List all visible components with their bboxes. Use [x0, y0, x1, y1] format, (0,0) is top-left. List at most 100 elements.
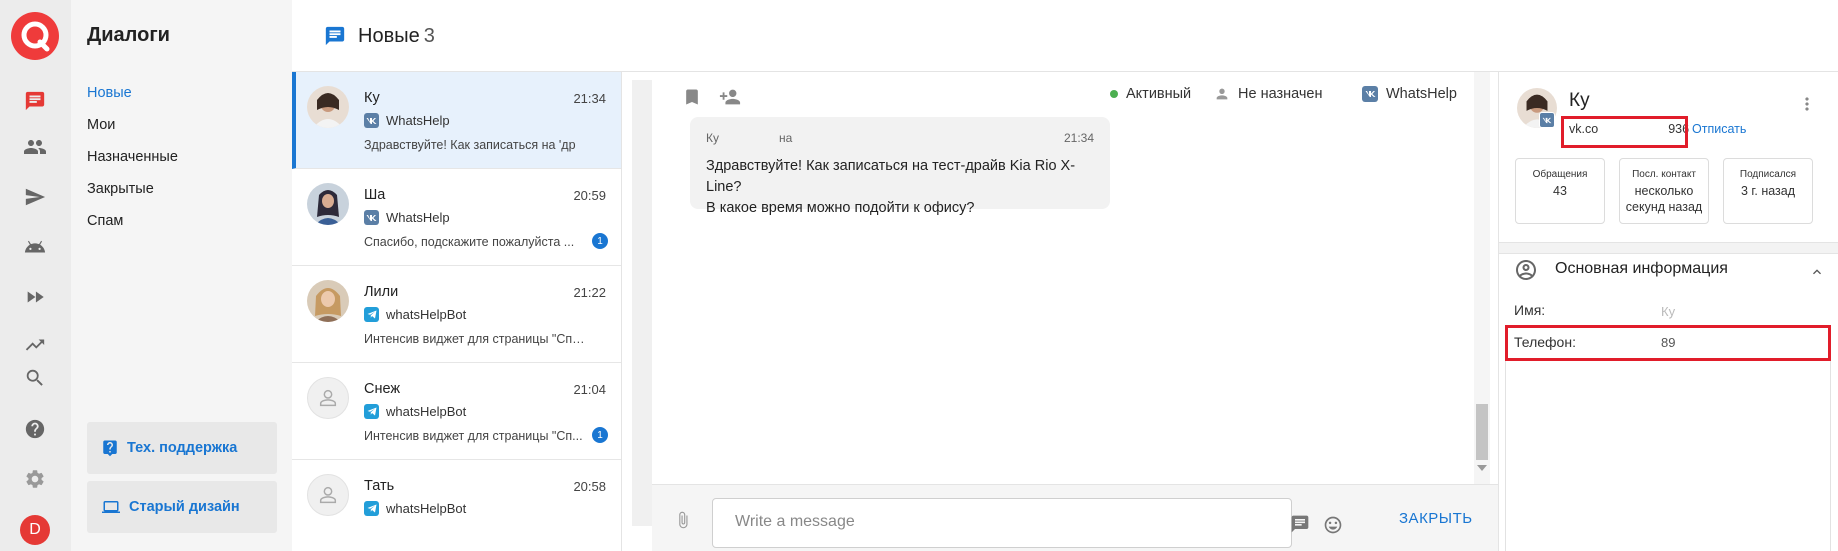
dialog-channel: whatsHelpBot [364, 307, 466, 322]
person-icon [319, 389, 337, 407]
dialog-channel: WhatsHelp [364, 210, 450, 225]
stat-card: Подписался 3 г. назад [1723, 158, 1813, 224]
folder-assigned[interactable]: Назначенные [87, 149, 178, 165]
vk-icon [364, 210, 379, 225]
dialog-time: 20:58 [573, 479, 606, 494]
telegram-icon [364, 307, 379, 322]
stat-label: Посл. контакт [1632, 169, 1696, 180]
emoji-icon[interactable] [1323, 515, 1343, 535]
message-line: В какое время можно подойти к офису? [706, 200, 975, 216]
stat-card: Посл. контакт несколько секунд назад [1619, 158, 1709, 224]
dialog-item[interactable]: Ша 20:59 WhatsHelp Спасибо, подскажите п… [292, 169, 621, 266]
laptop-icon [102, 501, 120, 513]
dialog-list: Ку 21:34 WhatsHelp Здравствуйте! Как зап… [292, 72, 622, 551]
dialog-list-scrollbar[interactable] [632, 80, 652, 526]
dialog-channel: whatsHelpBot [364, 501, 466, 516]
support-icon [103, 440, 117, 457]
chat-channel-label: WhatsHelp [1386, 86, 1457, 102]
help-icon[interactable] [22, 416, 48, 442]
message-author-name: Ку [706, 131, 719, 145]
message-input-box[interactable] [712, 498, 1342, 548]
folder-mine[interactable]: Мои [87, 117, 115, 133]
unread-badge: 1 [592, 427, 608, 443]
folder-closed[interactable]: Закрытые [87, 181, 154, 197]
old-design-button[interactable]: Старый дизайн [87, 481, 277, 533]
settings-icon[interactable] [22, 466, 48, 492]
section-title: Основная информация [1555, 260, 1728, 277]
top-bar: Новые 3 [292, 0, 1838, 72]
message-text: Здравствуйте! Как записаться на тест-дра… [706, 156, 1094, 219]
support-button[interactable]: Тех. поддержка [87, 422, 277, 474]
dialogs-icon[interactable] [22, 88, 48, 114]
unsubscribe-link[interactable]: Отписать [1692, 122, 1746, 136]
dialog-name: Ша [364, 187, 386, 203]
chat-scrollbar-thumb[interactable] [1476, 404, 1488, 460]
status-indicator[interactable]: Активный [1110, 86, 1191, 102]
user-avatar[interactable]: D [20, 515, 50, 545]
stat-card: Обращения 43 [1515, 158, 1605, 224]
dialog-item[interactable]: Ку 21:34 WhatsHelp Здравствуйте! Как зап… [292, 72, 621, 169]
dialog-item[interactable]: Лили 21:22 whatsHelpBot Интенсив виджет … [292, 266, 621, 363]
dialog-item[interactable]: Снеж 21:04 whatsHelpBot Интенсив виджет … [292, 363, 621, 460]
avatar [307, 377, 349, 419]
message-author-suffix: на [779, 131, 793, 145]
send-icon[interactable] [22, 184, 48, 210]
highlight-box [1561, 116, 1688, 148]
dialog-count: 3 [423, 25, 435, 47]
channel-name: WhatsHelp [386, 113, 450, 128]
message-author: Ку на [706, 131, 1094, 145]
more-vertical-icon[interactable] [1797, 94, 1817, 114]
status-dot [1110, 90, 1118, 98]
assign-user-icon[interactable] [718, 86, 742, 108]
account-circle-icon [1516, 260, 1536, 280]
folder-new[interactable]: Новые [87, 85, 132, 101]
message-composer: ЗАКРЫТЬ [652, 484, 1498, 551]
person-icon [319, 486, 337, 504]
panel-divider [1499, 242, 1838, 254]
person-icon [1216, 88, 1228, 100]
scroll-down-arrow-icon[interactable] [1477, 465, 1487, 471]
chat-bubble-icon [325, 26, 345, 46]
dialog-preview: Интенсив виджет для страницы "Спас... [364, 332, 589, 346]
channel-name: WhatsHelp [386, 210, 450, 225]
message-input[interactable] [735, 513, 1175, 531]
bot-icon[interactable] [22, 234, 48, 260]
status-label: Активный [1126, 86, 1192, 102]
field-label-name: Имя: [1514, 302, 1546, 318]
folder-spam[interactable]: Спам [87, 213, 123, 229]
templates-icon[interactable] [1289, 514, 1311, 534]
avatar [307, 474, 349, 516]
channel-name: whatsHelpBot [386, 501, 467, 516]
vk-icon [1539, 112, 1555, 128]
support-label: Тех. поддержка [127, 440, 238, 456]
app-logo[interactable] [11, 12, 59, 60]
dialog-item[interactable]: Тать 20:58 whatsHelpBot [292, 460, 621, 551]
attach-icon[interactable] [674, 509, 692, 531]
dialog-channel: WhatsHelp [364, 113, 450, 128]
bookmark-icon[interactable] [682, 86, 702, 108]
search-icon[interactable] [22, 365, 48, 391]
assignee-selector[interactable]: Не назначен [1214, 86, 1323, 102]
stat-value: 43 [1553, 184, 1567, 198]
analytics-icon[interactable] [22, 332, 48, 358]
chat-area: Активный Не назначен WhatsHelp Ку на 21:3… [652, 72, 1498, 551]
close-dialog-button[interactable]: ЗАКРЫТЬ [1399, 510, 1473, 527]
dialog-time: 20:59 [573, 188, 606, 203]
dialog-preview: Спасибо, подскажите пожалуйста ... [364, 235, 575, 249]
dialog-name: Лили [364, 284, 399, 300]
field-value-name[interactable]: Ку [1661, 304, 1675, 319]
notes-area[interactable] [1505, 359, 1831, 551]
vk-icon [364, 113, 379, 128]
chat-scrollbar[interactable] [1474, 72, 1490, 484]
chevron-up-icon[interactable] [1809, 264, 1825, 280]
page-title-text: Новые [358, 25, 420, 47]
dialog-channel: whatsHelpBot [364, 404, 466, 419]
client-name: Ку [1569, 90, 1590, 111]
dialog-name: Снеж [364, 381, 401, 397]
vk-icon [1362, 86, 1378, 102]
contacts-icon[interactable] [22, 134, 48, 160]
channel-name: whatsHelpBot [386, 404, 467, 419]
broadcast-icon[interactable] [22, 284, 48, 310]
folders-title: Диалоги [87, 24, 170, 46]
stat-value: 3 г. назад [1740, 184, 1796, 198]
